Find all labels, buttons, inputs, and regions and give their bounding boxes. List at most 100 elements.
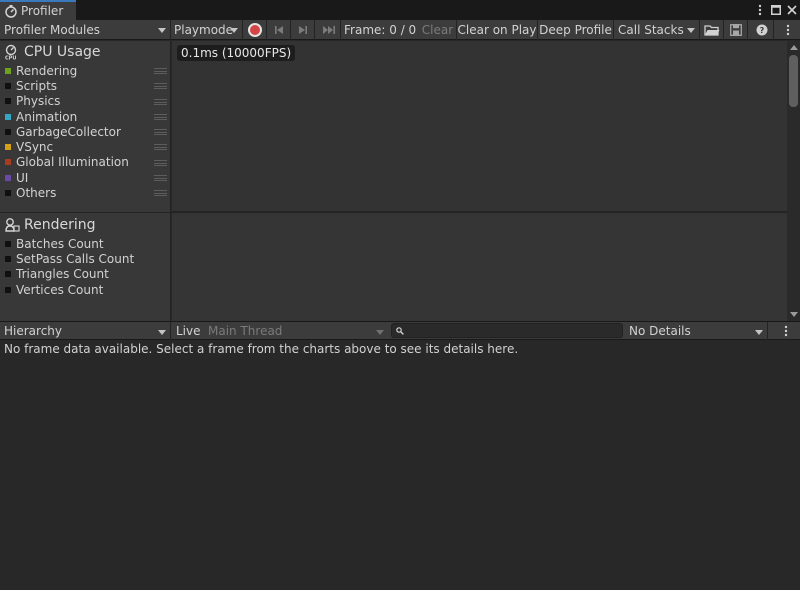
legend-swatch [5,240,11,247]
chevron-down-icon [158,28,166,33]
rendering-module-title: Rendering [24,217,96,233]
playmode-dropdown[interactable]: Playmode [171,20,243,40]
view-mode-dropdown[interactable]: Hierarchy [0,322,171,340]
legend-label: SetPass Calls Count [16,251,135,266]
cpu-legend-item[interactable]: VSync [0,139,171,154]
cpu-legend-item[interactable]: Rendering [0,63,171,78]
rendering-chart[interactable] [172,215,787,321]
record-button[interactable] [243,20,267,40]
last-frame-button[interactable] [317,20,341,40]
tab-title: Profiler [21,4,64,18]
cpu-module-header: CPU CPU Usage [0,41,171,63]
charts-vertical-scrollbar[interactable] [787,41,800,321]
profiler-charts[interactable]: 0.1ms (10000FPS) [172,41,787,321]
help-icon: ? [756,24,767,36]
legend-label: Physics [16,94,61,109]
view-mode-label: Hierarchy [4,324,63,338]
drag-handle-icon[interactable] [154,159,167,166]
cpu-legend-item[interactable]: Others [0,185,171,200]
rendering-legend-item[interactable]: Batches Count [0,236,171,251]
call-stacks-dropdown[interactable]: Call Stacks [614,20,700,40]
cpu-legend-item[interactable]: GarbageCollector [0,124,171,139]
drag-handle-icon[interactable] [154,113,167,120]
toolbar-more-button[interactable] [776,20,800,40]
tab-profiler[interactable]: Profiler [0,0,76,20]
close-icon[interactable] [786,3,798,17]
chevron-down-icon [376,330,384,335]
legend-label: UI [16,170,29,185]
legend-label: VSync [16,140,54,155]
legend-swatch [5,144,11,151]
rendering-legend-item[interactable]: Triangles Count [0,267,171,282]
rendering-legend-item[interactable]: SetPass Calls Count [0,251,171,266]
details-more-button[interactable] [776,322,796,340]
rendering-module-header: Rendering [0,214,171,236]
cpu-usage-chart[interactable]: 0.1ms (10000FPS) [172,41,787,213]
live-toggle[interactable]: Live [172,322,204,340]
legend-swatch [5,67,11,74]
cpu-legend-item[interactable]: Animation [0,109,171,124]
kebab-menu-icon[interactable] [754,3,766,17]
clear-button[interactable]: Clear [419,20,457,40]
cpu-usage-module[interactable]: CPU CPU Usage Rendering Scripts Physics Ani… [0,41,171,213]
drag-handle-icon[interactable] [154,190,167,197]
profiler-modules-label: Profiler Modules [4,23,100,37]
chevron-down-icon [687,28,695,33]
kebab-menu-icon [786,24,790,36]
deep-profile-toggle[interactable]: Deep Profile [538,20,614,40]
legend-label: Rendering [16,63,78,78]
profiler-icon [4,4,18,18]
drag-handle-icon[interactable] [154,83,167,90]
cpu-legend-item[interactable]: Global Illumination [0,155,171,170]
rendering-legend-list: Batches Count SetPass Calls Count Triangle… [0,236,171,297]
drag-handle-icon[interactable] [154,175,167,182]
folder-open-icon [703,24,719,36]
thread-label: Main Thread [208,324,283,338]
load-button[interactable] [700,20,724,40]
cpu-legend-item[interactable]: Physics [0,94,171,109]
scroll-up-icon[interactable] [790,45,798,50]
first-frame-button[interactable] [267,20,291,40]
legend-swatch [5,271,11,278]
legend-label: Batches Count [16,236,104,251]
maximize-icon[interactable] [770,3,782,17]
profiler-toolbar: Profiler Modules Playmode Frame: 0 / 0 C… [0,20,800,40]
next-frame-button[interactable] [291,20,315,40]
legend-label: Vertices Count [16,282,104,297]
drag-handle-icon[interactable] [154,129,167,136]
drag-handle-icon[interactable] [154,98,167,105]
save-icon [729,24,742,36]
legend-label: Triangles Count [16,267,109,282]
legend-label: Global Illumination [16,155,129,170]
legend-swatch [5,82,11,89]
legend-swatch [5,159,11,166]
thread-dropdown[interactable]: Main Thread [204,322,388,340]
details-dropdown[interactable]: No Details [626,322,768,340]
playmode-label: Playmode [174,23,234,37]
scrollbar-thumb[interactable] [789,55,798,107]
scroll-down-icon[interactable] [790,312,798,317]
help-button[interactable]: ? [750,20,774,40]
legend-swatch [5,190,11,197]
drag-handle-icon[interactable] [154,68,167,74]
window-tab-bar: Profiler [0,0,800,20]
rendering-legend-item[interactable]: Vertices Count [0,282,171,297]
record-icon [247,23,262,37]
save-button[interactable] [724,20,748,40]
rendering-module[interactable]: Rendering Batches Count SetPass Calls Cou… [0,214,171,320]
cpu-legend-item[interactable]: UI [0,170,171,185]
legend-swatch [5,286,11,293]
profiler-modules-panel: CPU CPU Usage Rendering Scripts Physics Ani… [0,41,171,321]
cpu-legend-item[interactable]: Scripts [0,78,171,93]
drag-handle-icon[interactable] [154,144,167,151]
clear-on-play-toggle[interactable]: Clear on Play [457,20,538,40]
search-field[interactable] [391,323,623,338]
window-controls [754,1,798,19]
legend-label: GarbageCollector [16,124,121,139]
details-label: No Details [629,324,691,338]
legend-swatch [5,255,11,262]
legend-swatch [5,174,11,181]
search-input[interactable] [408,324,613,337]
svg-text:?: ? [759,26,764,35]
profiler-modules-dropdown[interactable]: Profiler Modules [0,20,171,40]
